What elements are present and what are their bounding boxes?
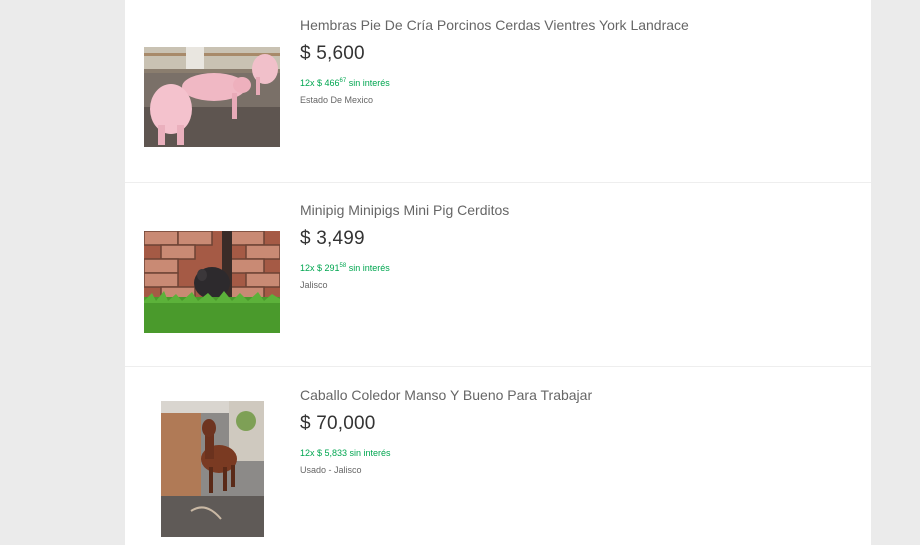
list-item[interactable]: Caballo Coledor Manso Y Bueno Para Traba… [125,367,871,545]
pigs-photo[interactable] [144,47,280,147]
horse-photo[interactable] [161,401,264,537]
listing-location: Estado De Mexico [300,95,374,105]
listing-title[interactable]: Minipig Minipigs Mini Pig Cerditos [300,201,509,219]
list-item[interactable]: Minipig Minipigs Mini Pig Cerditos $ 3,4… [125,183,871,367]
listing-location: Usado - Jalisco [300,465,362,475]
list-item[interactable]: Hembras Pie De Cría Porcinos Cerdas Vien… [125,0,871,183]
listing-location: Jalisco [300,280,328,290]
minipig-photo[interactable] [144,231,280,333]
listing-price: $ 5,600 [300,43,365,64]
listing-title[interactable]: Hembras Pie De Cría Porcinos Cerdas Vien… [300,16,689,34]
results-list: Hembras Pie De Cría Porcinos Cerdas Vien… [125,0,871,545]
listing-price: $ 70,000 [300,413,376,434]
installments-text: 12x $ 5,833 sin interés [300,448,391,458]
installments-text: 12x $ 46667 sin interés [300,78,390,88]
listing-price: $ 3,499 [300,228,365,249]
listing-title[interactable]: Caballo Coledor Manso Y Bueno Para Traba… [300,386,592,404]
installments-text: 12x $ 29158 sin interés [300,263,390,273]
